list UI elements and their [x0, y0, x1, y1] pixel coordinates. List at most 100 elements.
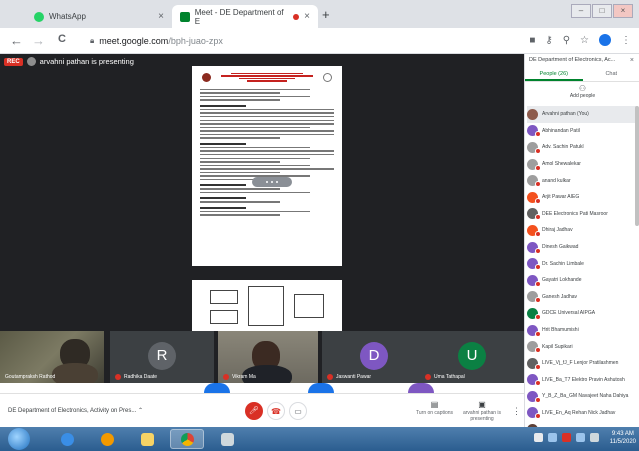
avatar	[408, 383, 434, 393]
mic-off-icon	[223, 374, 229, 380]
profile-avatar[interactable]	[599, 34, 611, 46]
tab-chat[interactable]: Chat	[583, 68, 639, 81]
participant-name: anand kulkar	[542, 177, 571, 184]
start-button[interactable]	[8, 428, 30, 450]
participant-row[interactable]: Arjit Pawar AIEG	[527, 189, 638, 206]
maximize-icon[interactable]: □	[592, 4, 612, 18]
close-icon[interactable]: ×	[304, 11, 310, 22]
star-icon[interactable]: ☆	[580, 35, 589, 46]
tab-meet[interactable]: Meet - DE Department of E ×	[172, 5, 318, 28]
taskbar-app[interactable]	[210, 429, 244, 449]
url-host: meet.google.com	[99, 36, 169, 46]
participant-tile[interactable]: Vikram Ma	[218, 331, 318, 383]
media-player-icon	[100, 432, 114, 446]
participant-row[interactable]: LIVE_Vj_fJ_F Lenjor Pratilashmen	[527, 355, 638, 372]
network-icon	[548, 433, 557, 442]
participant-row[interactable]: Dinesh Gaikwad	[527, 239, 638, 256]
participant-row[interactable]: LIVE_Ba_T7 Elektro Pravin Ashutosh	[527, 372, 638, 389]
participant-tile[interactable]: D Jaswanti Pawar	[322, 331, 426, 383]
minimize-icon[interactable]: –	[571, 4, 591, 18]
address-bar: ← → C 🔒︎ meet.google.com/bph-juao-zpx ■ …	[0, 28, 639, 54]
participant-row[interactable]: Y_B_Z_Ba_GM Navajeet Naha Dahiya	[527, 388, 638, 405]
scrollbar[interactable]	[635, 106, 639, 226]
avatar: R	[148, 342, 176, 370]
participant-tile[interactable]: Goutampraksh Rathod	[0, 331, 104, 383]
taskbar-explorer[interactable]	[130, 429, 164, 449]
more-options-icon[interactable]: ⋮	[512, 406, 521, 417]
participant-row[interactable]: GDCE Universal AIPGA	[527, 305, 638, 322]
participant-row[interactable]: anand kulkar	[527, 172, 638, 189]
taskbar-chrome[interactable]	[170, 429, 204, 449]
reload-button[interactable]: C	[58, 33, 66, 45]
camera-toggle-button[interactable]: ▭	[289, 402, 307, 420]
back-button[interactable]: ←	[10, 33, 23, 48]
participant-row[interactable]: Kapil Supikari	[527, 338, 638, 355]
college-logo-icon	[202, 73, 211, 82]
participant-name: Vikram Ma	[223, 374, 256, 380]
url-input[interactable]: 🔒︎ meet.google.com/bph-juao-zpx	[90, 32, 510, 50]
close-window-icon[interactable]: ×	[613, 4, 633, 18]
taskbar-media[interactable]	[90, 429, 124, 449]
mic-toggle-button[interactable]: 🎤︎	[245, 402, 263, 420]
tab-people[interactable]: People (26)	[525, 68, 583, 81]
os-taskbar: 9:43 AM 11/5/2020	[0, 427, 639, 451]
taskbar-ie[interactable]	[50, 429, 84, 449]
participant-row[interactable]: Abhinandan Patil	[527, 123, 638, 140]
avatar	[527, 125, 541, 138]
avatar	[204, 383, 230, 393]
participant-row[interactable]: Dr. Sachin Limbale	[527, 255, 638, 272]
mic-off-icon	[535, 131, 541, 138]
mic-off-icon	[115, 374, 121, 380]
recording-dot-icon	[293, 13, 300, 20]
app-icon	[220, 432, 234, 446]
system-clock[interactable]: 9:43 AM 11/5/2020	[610, 430, 636, 446]
browser-tab-strip: WhatsApp × Meet - DE Department of E × +…	[0, 0, 639, 28]
camera-icon[interactable]: ■	[529, 35, 535, 46]
participant-row[interactable]: Gayatri Lokhande	[527, 272, 638, 289]
mic-off-icon	[425, 374, 431, 380]
window-controls: – □ ×	[571, 4, 633, 18]
zoom-icon[interactable]: ⚲	[563, 35, 570, 46]
mic-off-icon	[535, 313, 541, 320]
meeting-title[interactable]: DE Department of Electronics, Activity o…	[8, 407, 143, 414]
avatar	[527, 224, 541, 237]
captions-button[interactable]: ▤ Turn on captions	[416, 400, 453, 416]
mic-off-icon	[535, 164, 541, 171]
participant-row[interactable]: Adv. Sachin Patukl	[527, 139, 638, 156]
shared-document-page	[192, 66, 342, 266]
menu-icon[interactable]: ⋮	[621, 35, 631, 46]
add-people-button[interactable]: ⚇ Add people	[525, 84, 639, 99]
avatar	[527, 141, 541, 154]
participant-row[interactable]: LIVE_En_Aq Rehan Nick Jadhav	[527, 405, 638, 422]
forward-button[interactable]: →	[32, 33, 45, 48]
tab-label: WhatsApp	[49, 12, 86, 21]
participant-name: Arjit Pawar AIEG	[542, 194, 580, 201]
new-tab-button[interactable]: +	[322, 7, 330, 22]
participant-row[interactable]: Arvahni pathan (You)	[527, 106, 638, 123]
tab-whatsapp[interactable]: WhatsApp ×	[26, 5, 172, 28]
mic-off-icon	[535, 147, 541, 154]
key-icon[interactable]: ⚷	[545, 35, 552, 46]
present-status-button[interactable]: ▣ arvahni pathan is presenting	[460, 400, 504, 422]
mic-off-icon	[535, 181, 541, 188]
panel-tabs: People (26) Chat	[525, 68, 639, 82]
participant-name: Dr. Sachin Limbale	[542, 260, 584, 267]
participant-name: Y_B_Z_Ba_GM Navajeet Naha Dahiya	[542, 393, 629, 400]
hang-up-button[interactable]: ☎	[267, 402, 285, 420]
participant-row[interactable]: Hrit Bhamumishi	[527, 322, 638, 339]
participant-name: DEE Electronics Pati Masroor	[542, 210, 608, 217]
mic-off-icon	[535, 230, 541, 237]
close-icon[interactable]: ×	[158, 11, 164, 22]
avatar	[26, 57, 36, 66]
close-icon[interactable]: ×	[630, 57, 634, 64]
mic-off-icon	[535, 247, 541, 254]
mic-off-icon	[535, 330, 541, 337]
tray-icon	[562, 433, 571, 442]
participant-tile[interactable]: U Uma Tathapal	[420, 331, 524, 383]
participant-row[interactable]: Amol Shewalekar	[527, 156, 638, 173]
participant-row[interactable]: Dhiraj Jadhav	[527, 222, 638, 239]
avatar	[527, 341, 541, 354]
participant-tile[interactable]: R Radhika Daate	[110, 331, 214, 383]
participant-row[interactable]: DEE Electronics Pati Masroor	[527, 206, 638, 223]
participant-row[interactable]: Ganesh Jadhav	[527, 289, 638, 306]
